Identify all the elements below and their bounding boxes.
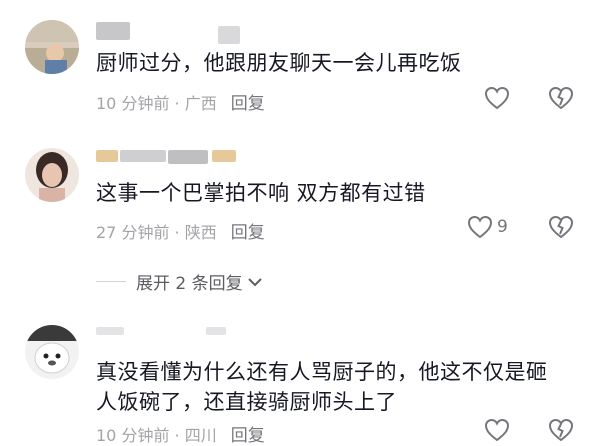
username-redacted: [218, 26, 240, 44]
broken-heart-icon: [548, 215, 574, 239]
avatar[interactable]: [25, 148, 79, 202]
expand-replies-label: 展开 2 条回复: [136, 274, 243, 294]
comment-text: 这事一个巴掌拍不响 双方都有过错: [96, 181, 426, 205]
chevron-down-icon: [247, 277, 262, 286]
comment-time: 10 分钟前 · 广西: [96, 93, 217, 113]
comment-meta: 27 分钟前 · 陕西 回复: [96, 218, 265, 244]
dislike-button[interactable]: [548, 418, 574, 446]
divider: [96, 281, 126, 282]
heart-outline-icon: [484, 86, 510, 110]
reply-button[interactable]: 回复: [231, 89, 265, 114]
username-redacted[interactable]: [96, 327, 124, 335]
comment-text: 厨师过分，他跟朋友聊天一会儿再吃饭: [96, 51, 462, 75]
comment-time: 27 分钟前 · 陕西: [96, 222, 217, 242]
username-redacted[interactable]: [212, 150, 236, 162]
broken-heart-icon: [548, 418, 574, 442]
avatar[interactable]: [25, 20, 79, 74]
username-redacted[interactable]: [96, 22, 130, 40]
username-redacted: [206, 327, 226, 335]
like-button[interactable]: [484, 86, 514, 110]
like-button[interactable]: 9: [467, 215, 508, 239]
comment-meta: 10 分钟前 · 四川 回复: [96, 421, 265, 446]
like-count: 9: [497, 217, 508, 237]
heart-outline-icon: [467, 215, 493, 239]
reply-button[interactable]: 回复: [231, 421, 265, 446]
username-redacted[interactable]: [120, 150, 166, 162]
username-redacted[interactable]: [168, 150, 208, 164]
like-button[interactable]: [484, 418, 514, 442]
avatar[interactable]: [25, 325, 79, 379]
reply-button[interactable]: 回复: [231, 218, 265, 243]
comment-text: 真没看懂为什么还有人骂厨子的，他这不仅是砸人饭碗了，还直接骑厨师头上了: [96, 360, 548, 414]
comment-meta: 10 分钟前 · 广西 回复: [96, 89, 265, 115]
heart-outline-icon: [484, 418, 510, 442]
dislike-button[interactable]: [548, 215, 574, 243]
broken-heart-icon: [548, 86, 574, 110]
username-redacted[interactable]: [96, 150, 118, 162]
comment-time: 10 分钟前 · 四川: [96, 425, 217, 445]
expand-replies-button[interactable]: 展开 2 条回复: [96, 269, 263, 294]
dislike-button[interactable]: [548, 86, 574, 114]
